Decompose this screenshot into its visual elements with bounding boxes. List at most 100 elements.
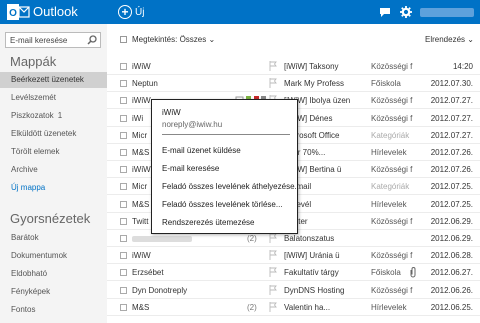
menu-send-email[interactable]: E-mail üzenet küldése [162,146,241,155]
arrange-dropdown[interactable]: Elrendezés ⌄ [425,35,474,44]
folder-label: Törölt elemek [11,147,60,156]
flag-icon[interactable] [269,284,277,295]
search-icon[interactable] [87,35,97,45]
message-subject: [iWiW] Taksony [284,62,339,71]
flag-icon[interactable] [269,301,277,312]
message-checkbox[interactable] [120,303,127,311]
view-filter-label: Megtekintés: Összes [132,35,207,44]
message-checkbox[interactable] [120,252,127,260]
message-folder: Kategóriák [371,130,410,140]
folder-label: Beérkezett üzenetek [11,75,84,84]
flag-icon[interactable] [269,267,277,278]
flag-icon[interactable] [269,78,277,89]
message-row[interactable]: M&S (2) Valentin ha... Hírlevelek 2012.06.25… [107,299,480,316]
message-subject: Valentin ha... [284,302,331,312]
message-row[interactable]: iWiW [iWiW] Uránia ü Közösségi f 2012.06.28… [107,247,480,265]
message-folder: Közösségi f [371,285,413,295]
sender-name: iWiW [162,108,181,117]
message-sender: Neptun [132,79,158,89]
quick-view-disposable[interactable]: Eldobható [0,266,107,282]
message-checkbox[interactable] [120,235,127,242]
sender-email: noreply@iwiw.hu [162,120,223,129]
message-date: 2012.07.27. [430,130,473,140]
select-all-checkbox[interactable] [120,36,127,43]
message-folder: Közösségi f [371,251,413,261]
message-subject: Mark My Profess [284,79,345,89]
quick-view-friends[interactable]: Barátok [0,230,107,246]
quick-view-documents[interactable]: Dokumentumok [0,248,107,264]
message-row[interactable]: Neptun Mark My Profess Főiskola 2012.07.30. [107,75,480,93]
flag-icon[interactable] [269,61,277,71]
folder-label: Elküldött üzenetek [11,129,77,138]
new-message-button[interactable]: + Új [118,4,144,20]
search-placeholder: E-mail keresése [10,36,68,45]
message-date: 2012.06.25. [430,302,473,312]
view-filter-dropdown[interactable]: Megtekintés: Összes ⌄ [132,35,215,44]
chevron-down-icon: ⌄ [208,35,216,44]
message-checkbox[interactable] [120,131,127,139]
thread-count: (2) [247,302,257,312]
new-folder-link[interactable]: Új mappa [0,180,107,196]
flag-icon[interactable] [269,233,277,243]
folder-sent[interactable]: Elküldött üzenetek [0,126,107,142]
folder-archive[interactable]: Archive [0,162,107,178]
message-date: 2012.06.29. [430,234,473,243]
messenger-icon[interactable] [378,4,391,20]
folder-drafts[interactable]: Piszkozatok 1 [0,108,107,124]
message-checkbox[interactable] [120,97,127,105]
menu-delete-all-from-sender[interactable]: Feladó összes levelének törlése... [162,200,283,209]
menu-schedule-cleanup[interactable]: Rendszerezés ütemezése [162,218,255,227]
message-checkbox[interactable] [120,166,127,174]
message-sender: iWiW [132,251,151,261]
message-row[interactable]: Erzsébet Fakultatív tárgy Főiskola 2012.06.… [107,264,480,282]
folders-heading[interactable]: Mappák [10,54,56,69]
gear-icon[interactable] [399,4,412,20]
sidebar: E-mail keresése Mappák Beérkezett üzenet… [0,24,107,323]
message-folder: Főiskola [371,79,401,89]
message-checkbox[interactable] [120,286,127,294]
message-date: 14:20 [452,62,473,71]
user-account-name-blurred[interactable] [420,8,474,17]
message-checkbox[interactable] [120,183,127,191]
message-row[interactable]: Dyn Donotreply DynDNS Hosting Közösségi f 2… [107,282,480,299]
message-row[interactable]: iWiW [iWiW] Taksony Közösségi f 14:20 [107,58,480,75]
folder-junk[interactable]: Levélszemét [0,90,107,106]
svg-text:O: O [9,8,17,19]
folder-deleted[interactable]: Törölt elemek [0,144,107,160]
folder-label: Archive [11,165,38,174]
thread-count: (2) [247,234,257,243]
top-bar: O Outlook + Új [0,0,480,24]
message-date: 2012.06.27. [430,268,473,278]
plus-icon: + [118,5,132,19]
menu-move-all-from-sender[interactable]: Feladó összes levelének áthelyezése... [162,182,301,191]
folder-inbox[interactable]: Beérkezett üzenetek [0,72,107,88]
message-folder: Hírlevelek [371,148,407,157]
message-checkbox[interactable] [120,80,127,88]
message-folder: Közösségi f [371,62,413,71]
message-date: 2012.06.29. [430,216,473,226]
top-icons [378,4,412,20]
new-label: Új [135,6,145,18]
search-input[interactable]: E-mail keresése [5,32,101,48]
menu-search-email[interactable]: E-mail keresése [162,164,219,173]
message-date: 2012.07.25. [430,199,473,209]
message-sender: iWiW [132,62,151,71]
message-folder: Főiskola [371,268,401,278]
message-checkbox[interactable] [120,149,127,156]
message-checkbox[interactable] [120,114,127,122]
quick-view-photos[interactable]: Fényképek [0,284,107,300]
message-folder: Hírlevelek [371,199,407,209]
message-date: 2012.06.26. [430,285,473,295]
message-checkbox[interactable] [120,217,127,225]
message-folder: Közösségi f [371,165,413,175]
message-date: 2012.07.27. [430,113,473,123]
message-checkbox[interactable] [120,63,127,70]
outlook-logo-icon[interactable]: O [6,3,30,21]
quick-views-heading[interactable]: Gyorsnézetek [10,211,90,226]
message-checkbox[interactable] [120,200,127,208]
message-sender: Erzsébet [132,268,164,278]
flag-icon[interactable] [269,250,277,261]
quick-view-important[interactable]: Fontos [0,302,107,318]
app-title[interactable]: Outlook [33,4,78,19]
message-checkbox[interactable] [120,269,127,277]
